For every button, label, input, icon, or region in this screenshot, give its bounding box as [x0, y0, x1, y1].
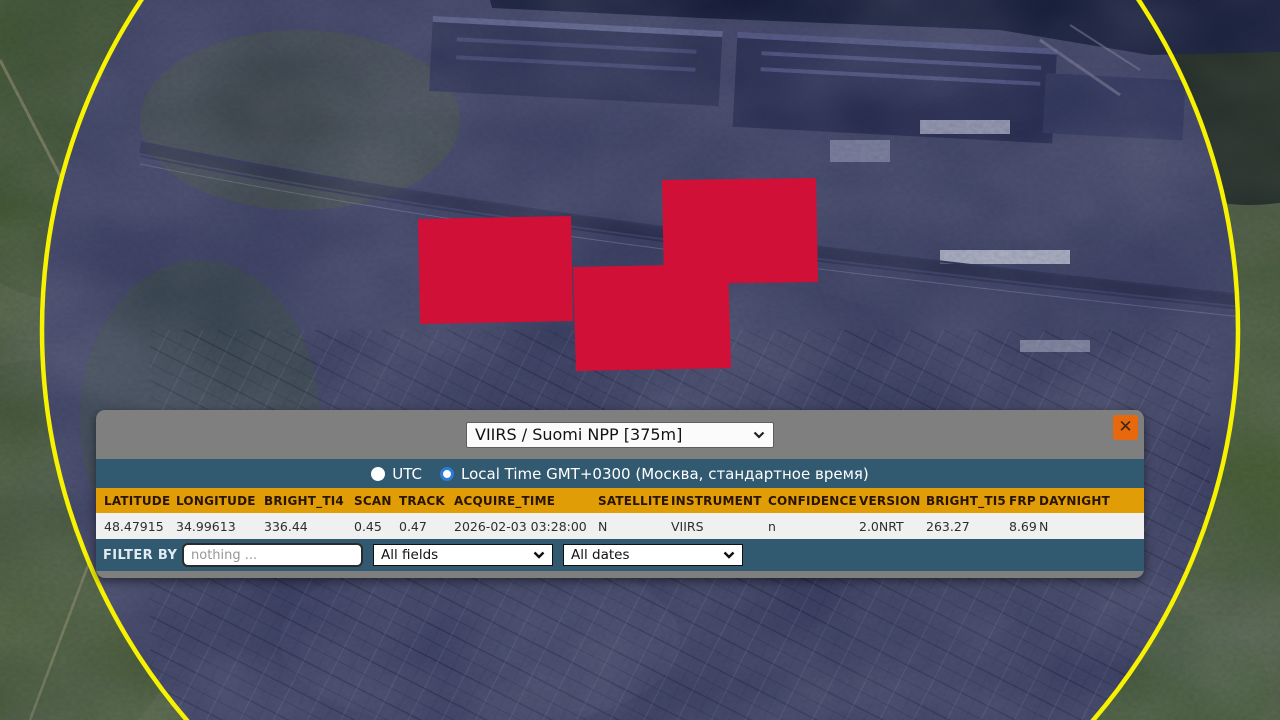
filter-by-label: FILTER BY	[103, 548, 182, 563]
column-header-daynight: DAYNIGHT	[1039, 494, 1144, 508]
filter-fields-value: All fields	[381, 547, 438, 563]
radio-option-local-time[interactable]: Local Time GMT+0300 (Москва, стандартное…	[440, 465, 869, 483]
filter-bar: FILTER BY All fields All dates	[96, 539, 1144, 571]
chevron-down-icon	[723, 551, 735, 559]
cell-confidence: n	[768, 519, 859, 534]
radio-option-utc[interactable]: UTC	[371, 465, 422, 483]
radio-utc-icon[interactable]	[371, 467, 385, 481]
column-header-latitude: LATITUDE	[104, 494, 176, 508]
cell-track: 0.47	[399, 519, 454, 534]
fire-detection-footprint-1[interactable]	[418, 216, 573, 324]
filter-dates-value: All dates	[571, 547, 630, 563]
column-header-bright_ti5: BRIGHT_TI5	[926, 494, 1009, 508]
filter-dates-select[interactable]: All dates	[563, 544, 743, 566]
column-header-version: VERSION	[859, 494, 926, 508]
cell-satellite: N	[598, 519, 671, 534]
cell-acquire_time: 2026-02-03 03:28:00	[454, 519, 598, 534]
fire-detection-footprint-3[interactable]	[662, 178, 818, 284]
radio-utc-label: UTC	[392, 465, 422, 483]
fire-detection-popup: VIIRS / Suomi NPP [375m] ✕ UTC Local Tim…	[96, 410, 1144, 578]
radio-local-time-label: Local Time GMT+0300 (Москва, стандартное…	[461, 465, 869, 483]
radio-local-time-icon[interactable]	[440, 467, 454, 481]
cell-longitude: 34.99613	[176, 519, 264, 534]
column-header-instrument: INSTRUMENT	[671, 494, 768, 508]
popup-header: VIIRS / Suomi NPP [375m] ✕	[96, 410, 1144, 459]
chevron-down-icon	[533, 551, 545, 559]
column-header-bright_ti4: BRIGHT_TI4	[264, 494, 354, 508]
cell-daynight: N	[1039, 519, 1144, 534]
filter-text-input[interactable]	[182, 543, 363, 567]
column-header-satellite: SATELLITE	[598, 494, 671, 508]
layer-select-value: VIIRS / Suomi NPP [375m]	[475, 425, 682, 444]
cell-bright_ti4: 336.44	[264, 519, 354, 534]
cell-version: 2.0NRT	[859, 519, 926, 534]
filter-fields-select[interactable]: All fields	[373, 544, 553, 566]
column-header-scan: SCAN	[354, 494, 399, 508]
column-header-frp: FRP	[1009, 494, 1039, 508]
chevron-down-icon	[753, 431, 765, 439]
cell-instrument: VIIRS	[671, 519, 768, 534]
close-icon: ✕	[1118, 419, 1132, 436]
firms-map-viewer: VIIRS / Suomi NPP [375m] ✕ UTC Local Tim…	[0, 0, 1280, 720]
cell-frp: 8.69	[1009, 519, 1039, 534]
column-header-confidence: CONFIDENCE	[768, 494, 859, 508]
close-button[interactable]: ✕	[1113, 415, 1138, 440]
time-toggle-bar: UTC Local Time GMT+0300 (Москва, стандар…	[96, 459, 1144, 488]
cell-latitude: 48.47915	[104, 519, 176, 534]
column-header-track: TRACK	[399, 494, 454, 508]
layer-select[interactable]: VIIRS / Suomi NPP [375m]	[466, 422, 774, 448]
cell-bright_ti5: 263.27	[926, 519, 1009, 534]
column-header-longitude: LONGITUDE	[176, 494, 264, 508]
table-header-row: LATITUDELONGITUDEBRIGHT_TI4SCANTRACKACQU…	[96, 488, 1144, 513]
column-header-acquire_time: ACQUIRE_TIME	[454, 494, 598, 508]
satellite-map[interactable]	[0, 0, 1280, 720]
cell-scan: 0.45	[354, 519, 399, 534]
table-row: 48.4791534.99613336.440.450.472026-02-03…	[96, 513, 1144, 539]
